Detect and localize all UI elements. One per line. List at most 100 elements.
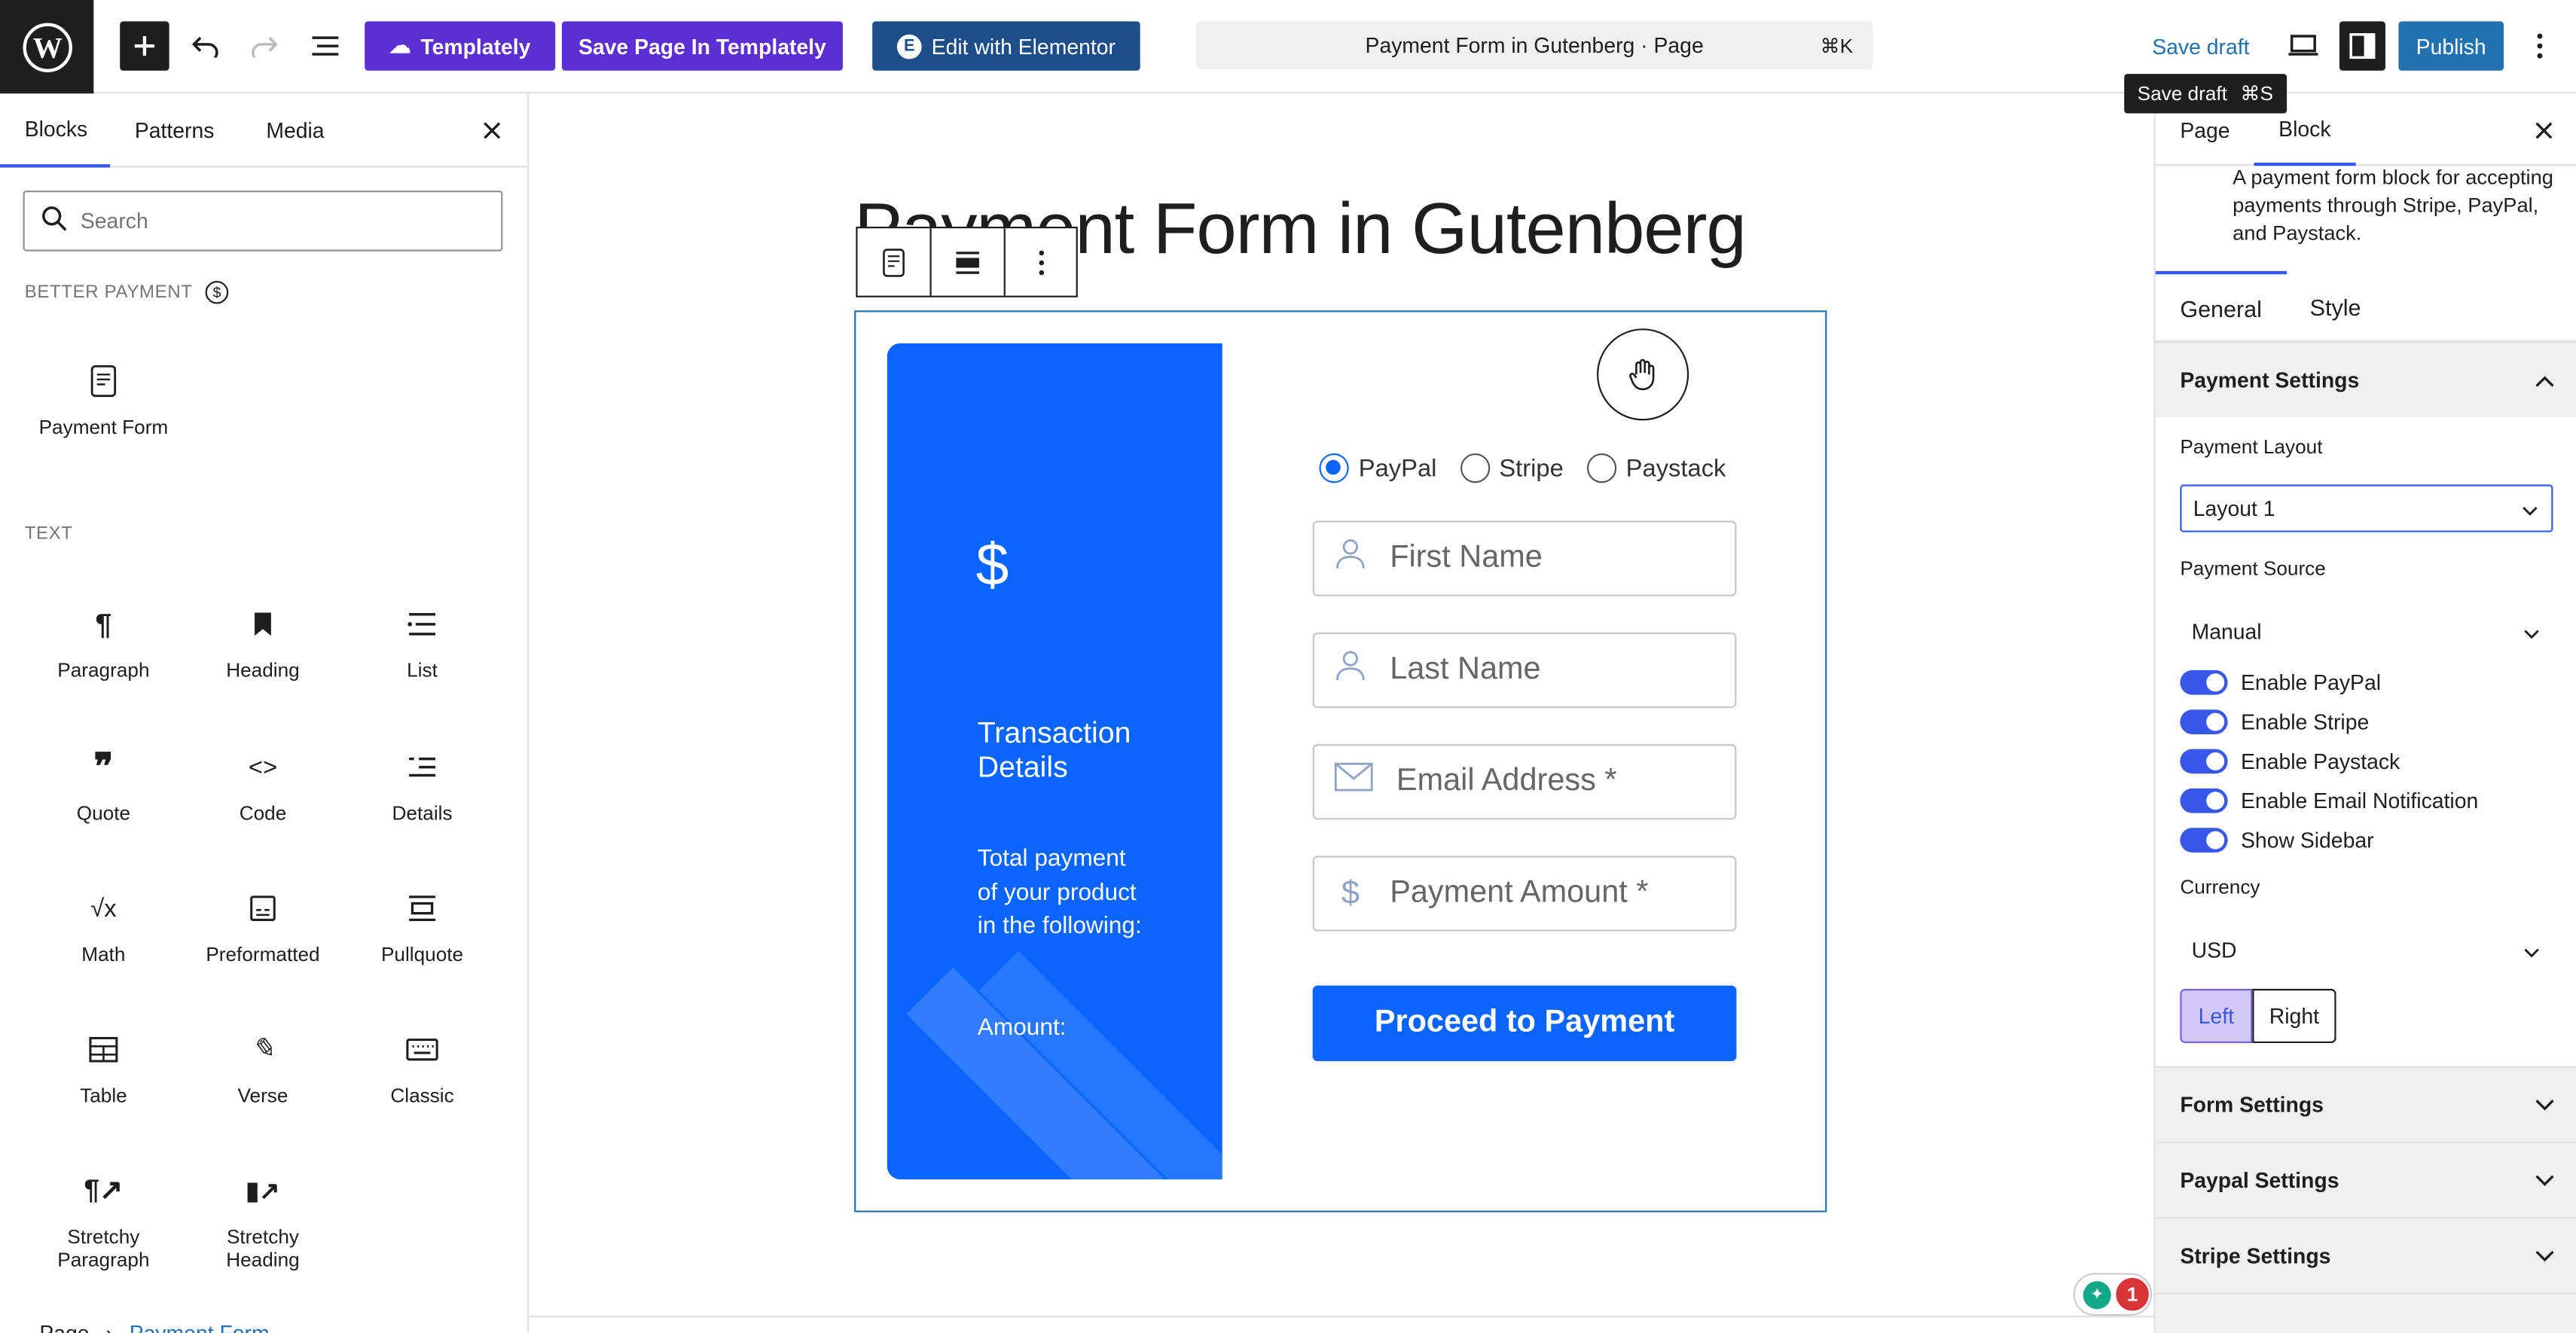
- block-preformatted[interactable]: Preformatted: [184, 883, 341, 1014]
- block-options-icon[interactable]: [1006, 228, 1076, 295]
- radio-circle: [1586, 453, 1616, 483]
- card-body-text: Total payment of your product in the fol…: [977, 846, 1142, 940]
- add-block-button[interactable]: [120, 21, 169, 71]
- preview-desktop-icon[interactable]: [2280, 21, 2326, 70]
- tab-media[interactable]: Media: [242, 93, 349, 167]
- document-overview-icon[interactable]: [304, 21, 347, 70]
- toggle-show-sidebar[interactable]: Show Sidebar: [2180, 828, 2374, 853]
- keyboard-icon: [406, 1025, 439, 1074]
- lightbulb-icon: ✦: [2083, 1280, 2111, 1309]
- command-palette-button[interactable]: Payment Form in Gutenberg · Page ⌘K: [1195, 21, 1873, 69]
- block-stretchy-paragraph[interactable]: ¶↗ Stretchy Paragraph: [25, 1167, 182, 1298]
- proceed-to-payment-button[interactable]: Proceed to Payment: [1312, 985, 1737, 1061]
- templately-button[interactable]: ☁ Templately: [365, 21, 556, 71]
- save-draft-button[interactable]: Save draft: [2135, 21, 2266, 70]
- payment-amount-field[interactable]: $ Payment Amount *: [1312, 856, 1737, 932]
- block-payment-form[interactable]: Payment Form: [25, 356, 182, 487]
- save-draft-tooltip: Save draft ⌘S: [2124, 74, 2287, 114]
- user-icon: [1334, 649, 1367, 692]
- block-table[interactable]: Table: [25, 1025, 182, 1156]
- align-icon[interactable]: [932, 228, 1006, 296]
- toggle-switch[interactable]: [2180, 670, 2228, 695]
- tab-patterns[interactable]: Patterns: [110, 93, 239, 167]
- block-list[interactable]: List: [343, 599, 501, 731]
- breadcrumb-item-block[interactable]: Payment Form: [130, 1321, 270, 1333]
- select-value: Layout 1: [2193, 496, 2275, 521]
- toggle-enable-stripe[interactable]: Enable Stripe: [2180, 709, 2369, 734]
- block-details[interactable]: Details: [343, 743, 501, 874]
- settings-sidebar: Page Block A payment form block for acce…: [2153, 93, 2576, 1333]
- list-icon: [407, 599, 437, 648]
- radio-paystack[interactable]: Paystack: [1586, 453, 1726, 483]
- toggle-switch[interactable]: [2180, 788, 2228, 813]
- payment-layout-select[interactable]: Layout 1: [2180, 484, 2553, 532]
- publish-button[interactable]: Publish: [2398, 21, 2504, 71]
- block-label: List: [407, 658, 438, 682]
- wordpress-logo-icon[interactable]: W: [0, 0, 94, 94]
- paragraph-icon: ¶: [95, 606, 112, 640]
- block-quote[interactable]: ❞ Quote: [25, 743, 182, 874]
- undo-icon[interactable]: [184, 21, 227, 70]
- payment-source-select[interactable]: Manual: [2180, 608, 2553, 655]
- block-stretchy-heading[interactable]: ▮↗ Stretchy Heading: [184, 1167, 341, 1298]
- radio-paypal[interactable]: PayPal: [1319, 453, 1436, 483]
- radio-stripe[interactable]: Stripe: [1459, 453, 1564, 483]
- block-verse[interactable]: ✎ Verse: [184, 1025, 341, 1156]
- currency-select[interactable]: USD: [2180, 926, 2553, 974]
- close-inserter-icon[interactable]: [475, 113, 508, 146]
- toggle-switch[interactable]: [2180, 709, 2228, 734]
- align-right-button[interactable]: Right: [2252, 989, 2336, 1043]
- align-left-button[interactable]: Left: [2180, 989, 2253, 1043]
- toggle-enable-paystack[interactable]: Enable Paystack: [2180, 749, 2400, 774]
- edit-with-elementor-button[interactable]: E Edit with Elementor: [872, 21, 1140, 71]
- block-search-input[interactable]: Search: [23, 191, 503, 252]
- next-settings-panel-header[interactable]: [2155, 1292, 2576, 1333]
- block-pullquote[interactable]: Pullquote: [343, 883, 501, 1014]
- block-paragraph[interactable]: ¶ Paragraph: [25, 599, 182, 731]
- options-kebab-icon[interactable]: [2520, 21, 2559, 70]
- redo-icon[interactable]: [243, 21, 286, 70]
- last-name-field[interactable]: Last Name: [1312, 632, 1737, 709]
- toggle-switch[interactable]: [2180, 749, 2228, 774]
- radio-label: PayPal: [1358, 454, 1437, 483]
- panel-title: Paypal Settings: [2180, 1167, 2339, 1193]
- save-in-templately-button[interactable]: Save Page In Templately: [561, 21, 843, 71]
- dollar-circle-icon: $: [206, 280, 229, 304]
- toggle-enable-paypal[interactable]: Enable PayPal: [2180, 670, 2381, 695]
- breadcrumb-item-page[interactable]: Page: [39, 1321, 89, 1333]
- settings-sidebar-toggle-icon[interactable]: [2339, 21, 2385, 71]
- block-code[interactable]: <> Code: [184, 743, 341, 874]
- paypal-settings-panel-header[interactable]: Paypal Settings: [2155, 1141, 2576, 1218]
- drag-hand-icon[interactable]: [1597, 328, 1689, 421]
- block-label: Verse: [237, 1084, 288, 1108]
- tab-general[interactable]: General: [2155, 270, 2287, 342]
- toggle-email-notification[interactable]: Enable Email Notification: [2180, 788, 2478, 813]
- block-toolbar: [856, 226, 1078, 297]
- dollar-icon: $: [1341, 874, 1360, 911]
- block-type-icon[interactable]: [858, 228, 932, 296]
- form-settings-panel-header[interactable]: Form Settings: [2155, 1066, 2576, 1142]
- toggle-label: Enable PayPal: [2241, 670, 2382, 695]
- stripe-settings-panel-header[interactable]: Stripe Settings: [2155, 1217, 2576, 1293]
- save-in-templately-label: Save Page In Templately: [578, 33, 826, 59]
- block-label: Quote: [76, 801, 131, 825]
- templately-label: Templately: [420, 33, 531, 59]
- block-label: Classic: [390, 1084, 454, 1108]
- payment-method-radios: PayPal Stripe Paystack: [1319, 453, 1726, 483]
- block-classic[interactable]: Classic: [343, 1025, 501, 1156]
- tab-blocks[interactable]: Blocks: [0, 93, 111, 168]
- payment-settings-panel-header[interactable]: Payment Settings: [2155, 341, 2576, 417]
- document-title: Payment Form in Gutenberg · Page: [1365, 32, 1704, 58]
- block-label: Payment Form: [38, 415, 169, 439]
- stretchy-paragraph-icon: ¶↗: [84, 1174, 124, 1206]
- tab-style[interactable]: Style: [2285, 271, 2385, 342]
- email-field[interactable]: Email Address *: [1312, 744, 1737, 820]
- block-description: A payment form block for accepting payme…: [2233, 166, 2553, 245]
- block-label: Pullquote: [380, 942, 464, 966]
- close-settings-icon[interactable]: [2527, 113, 2560, 146]
- block-heading[interactable]: Heading: [184, 599, 341, 731]
- first-name-field[interactable]: First Name: [1312, 520, 1737, 596]
- toggle-switch[interactable]: [2180, 828, 2228, 853]
- notification-widget[interactable]: ✦ 1: [2073, 1273, 2153, 1316]
- block-math[interactable]: √x Math: [25, 883, 182, 1014]
